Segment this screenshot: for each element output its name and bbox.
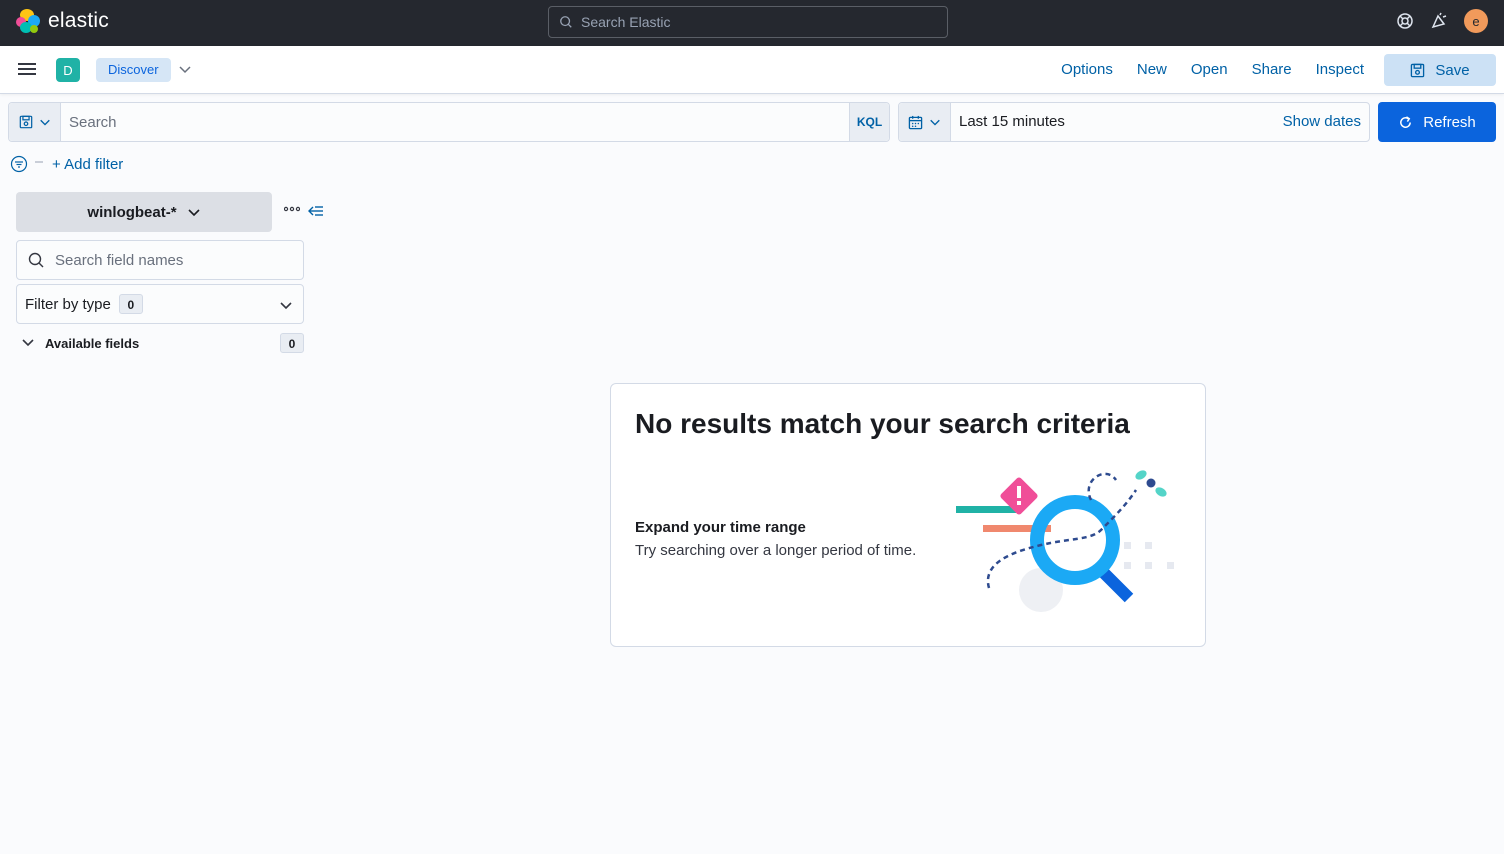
calendar-icon (908, 115, 923, 129)
filter-by-type-button[interactable]: Filter by type 0 (16, 284, 304, 324)
divider-icon (35, 161, 43, 163)
no-results-subtitle: Expand your time range (635, 519, 806, 536)
help-icon[interactable] (1396, 12, 1414, 30)
filter-count-badge: 0 (118, 294, 143, 314)
saved-query-button[interactable] (9, 103, 61, 141)
show-dates-link[interactable]: Show dates (1283, 103, 1361, 141)
no-results-description: Try searching over a longer period of ti… (635, 542, 917, 559)
global-search-input[interactable] (581, 14, 921, 30)
global-header: elastic e (0, 0, 1504, 46)
chevron-down-icon (22, 339, 34, 347)
save-button[interactable]: Save (1384, 54, 1496, 86)
field-search (16, 240, 304, 280)
index-pattern-label: winlogbeat-* (87, 203, 177, 221)
header-actions: e (1396, 9, 1488, 33)
space-selector[interactable]: D (56, 58, 80, 82)
date-quick-menu-button[interactable] (899, 103, 951, 141)
newsfeed-icon[interactable] (1430, 12, 1448, 30)
date-range-value[interactable]: Last 15 minutes (959, 103, 1065, 141)
user-avatar[interactable]: e (1464, 9, 1488, 33)
index-pattern-selector[interactable]: winlogbeat-* (16, 192, 272, 232)
date-picker: Last 15 minutes Show dates (898, 102, 1370, 142)
elastic-logo-icon (16, 9, 40, 33)
no-results-illustration (956, 470, 1174, 612)
hamburger-menu-icon[interactable] (18, 60, 38, 80)
app-bar: D Discover Options New Open Share Inspec… (0, 46, 1504, 94)
no-results-title: No results match your search criteria (635, 408, 1130, 439)
filter-bar: + Add filter (10, 152, 123, 176)
collapse-sidebar-icon[interactable] (308, 204, 324, 218)
search-icon (560, 16, 572, 28)
global-search[interactable] (548, 6, 948, 38)
search-icon (28, 252, 44, 268)
query-language-button[interactable]: KQL (849, 103, 889, 141)
filter-by-type-label: Filter by type (25, 295, 111, 313)
saved-query-icon (19, 115, 32, 129)
available-fields-toggle[interactable]: Available fields 0 (16, 332, 304, 354)
elastic-logo[interactable]: elastic (16, 9, 109, 33)
refresh-button[interactable]: Refresh (1378, 102, 1496, 142)
chevron-down-icon (188, 209, 200, 217)
top-nav-menu: Options New Open Share Inspect Save (1049, 54, 1496, 86)
no-results-panel: No results match your search criteria Ex… (610, 383, 1206, 647)
save-icon (1411, 63, 1425, 77)
save-label: Save (1435, 61, 1470, 79)
logo-text: elastic (48, 9, 109, 32)
share-link[interactable]: Share (1240, 54, 1304, 86)
field-search-input[interactable] (55, 251, 285, 269)
inspect-link[interactable]: Inspect (1304, 54, 1376, 86)
filter-icon[interactable] (10, 155, 28, 173)
chevron-down-icon (39, 119, 50, 126)
add-filter-button[interactable]: + Add filter (52, 156, 123, 173)
chevron-down-icon (280, 302, 292, 310)
more-options-icon[interactable] (284, 206, 300, 212)
options-link[interactable]: Options (1049, 54, 1125, 86)
query-search-input[interactable] (62, 103, 850, 141)
chevron-down-icon[interactable] (178, 62, 192, 76)
query-bar: KQL (8, 102, 890, 142)
refresh-icon (1400, 115, 1412, 128)
refresh-label: Refresh (1423, 113, 1476, 131)
available-fields-label: Available fields (45, 335, 140, 351)
open-link[interactable]: Open (1179, 54, 1240, 86)
breadcrumb-discover[interactable]: Discover (96, 58, 171, 82)
available-fields-count: 0 (280, 333, 304, 353)
chevron-down-icon (930, 119, 940, 126)
new-link[interactable]: New (1125, 54, 1179, 86)
